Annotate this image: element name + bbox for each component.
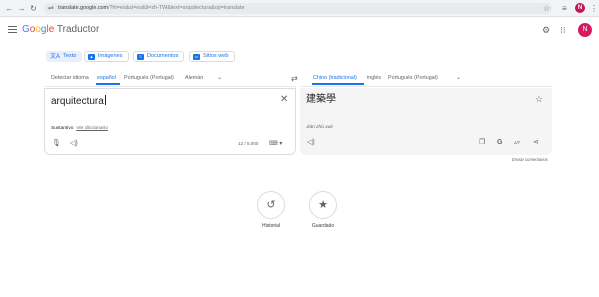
tab-documents[interactable]: ≡ Documentos (133, 51, 185, 62)
address-bar[interactable]: ⇌ translate.google.com/?hl=es&sl=es&tl=z… (44, 3, 552, 14)
source-lang-detect[interactable]: Detectar idioma (51, 74, 89, 83)
tab-text[interactable]: 文A Texto (46, 51, 83, 62)
view-dictionary-link[interactable]: Ver diccionario (76, 126, 107, 131)
document-icon: ≡ (137, 54, 144, 60)
url-text: translate.google.com/?hl=es&sl=es&tl=zh-… (58, 5, 245, 11)
google-translate-logo[interactable]: Google Traductor (22, 24, 99, 36)
romanization-text: Jiàn zhù xué (306, 125, 333, 130)
browser-toolbar: ← → ↻ ⇌ translate.google.com/?hl=es&sl=e… (0, 0, 599, 17)
microphone-icon[interactable]: 🎙 (52, 140, 61, 148)
browser-profile-avatar[interactable]: N (575, 3, 585, 13)
website-icon: ▭ (193, 54, 200, 60)
listen-translation-icon[interactable]: ◁) (307, 139, 315, 147)
history-icon: ↺ (266, 199, 276, 211)
google-search-icon[interactable]: G (497, 139, 502, 147)
bookmark-star-icon[interactable]: ☆ (543, 3, 550, 14)
source-lang-german[interactable]: Alemán (185, 74, 203, 83)
tab-images[interactable]: ▲ Imágenes (84, 51, 129, 62)
source-lang-active-indicator (96, 83, 120, 85)
listen-source-icon[interactable]: ◁) (70, 140, 78, 148)
history-button[interactable]: ↺ (257, 191, 285, 219)
dictionary-row: Sustantivo Ver diccionario (51, 125, 108, 132)
apps-grid-icon[interactable]: ⁝⁝ (560, 25, 566, 35)
main-menu-icon[interactable] (8, 26, 17, 33)
settings-gear-icon[interactable]: ⚙ (542, 25, 550, 35)
history-label: Historial (261, 223, 281, 229)
source-lang-divider (44, 86, 296, 87)
target-lang-active-indicator (312, 83, 364, 85)
target-lang-english[interactable]: inglés (367, 74, 381, 83)
reload-icon[interactable]: ↻ (28, 3, 39, 14)
source-lang-spanish[interactable]: español (97, 74, 116, 83)
save-translation-star-icon[interactable]: ☆ (535, 93, 543, 105)
site-info-icon[interactable]: ⇌ (48, 4, 54, 13)
forward-arrow-icon[interactable]: → (16, 3, 27, 14)
saved-button[interactable]: ★ (309, 191, 337, 219)
target-lang-more-chevron-icon[interactable]: ⌄ (456, 74, 461, 83)
back-arrow-icon[interactable]: ← (4, 3, 15, 14)
translation-text: 建築學 (306, 94, 336, 105)
source-text-input[interactable]: arquitectura (51, 95, 106, 108)
part-of-speech: Sustantivo (51, 126, 74, 131)
source-lang-portuguese[interactable]: Portugués (Portugal) (124, 74, 174, 83)
browser-menu-icon[interactable]: ⋮ (590, 3, 598, 14)
send-feedback-link[interactable]: Enviar comentarios (512, 157, 548, 163)
source-lang-more-chevron-icon[interactable]: ⌄ (217, 74, 222, 83)
extensions-icon[interactable]: ≡ (562, 3, 567, 14)
clear-source-icon[interactable]: ✕ (280, 94, 288, 106)
saved-label: Guardado (311, 223, 335, 229)
source-text-panel[interactable]: arquitectura ✕ Sustantivo Ver diccionario… (44, 88, 296, 155)
swap-languages-icon[interactable]: ⇄ (291, 74, 298, 83)
rate-translation-icon[interactable]: ▵▿ (514, 139, 520, 147)
keyboard-icon[interactable]: ⌨ ▾ (269, 140, 282, 148)
target-lang-divider (300, 86, 552, 87)
target-lang-portuguese[interactable]: Portugués (Portugal) (388, 74, 438, 83)
image-icon: ▲ (88, 54, 95, 60)
character-count: 12 / 5.000 (238, 141, 259, 146)
tab-websites[interactable]: ▭ Sitios web (189, 51, 235, 62)
share-icon[interactable]: ⋖ (533, 139, 539, 147)
copy-icon[interactable]: ❐ (479, 139, 485, 147)
translation-panel: 建築學 ☆ Jiàn zhù xué ◁) ❐ G ▵▿ ⋖ (300, 88, 552, 155)
account-avatar[interactable]: N (578, 23, 592, 37)
saved-star-icon: ★ (318, 199, 328, 211)
translate-text-icon: 文A (50, 54, 61, 60)
target-lang-chinese-traditional[interactable]: Chino (tradicional) (313, 74, 357, 83)
